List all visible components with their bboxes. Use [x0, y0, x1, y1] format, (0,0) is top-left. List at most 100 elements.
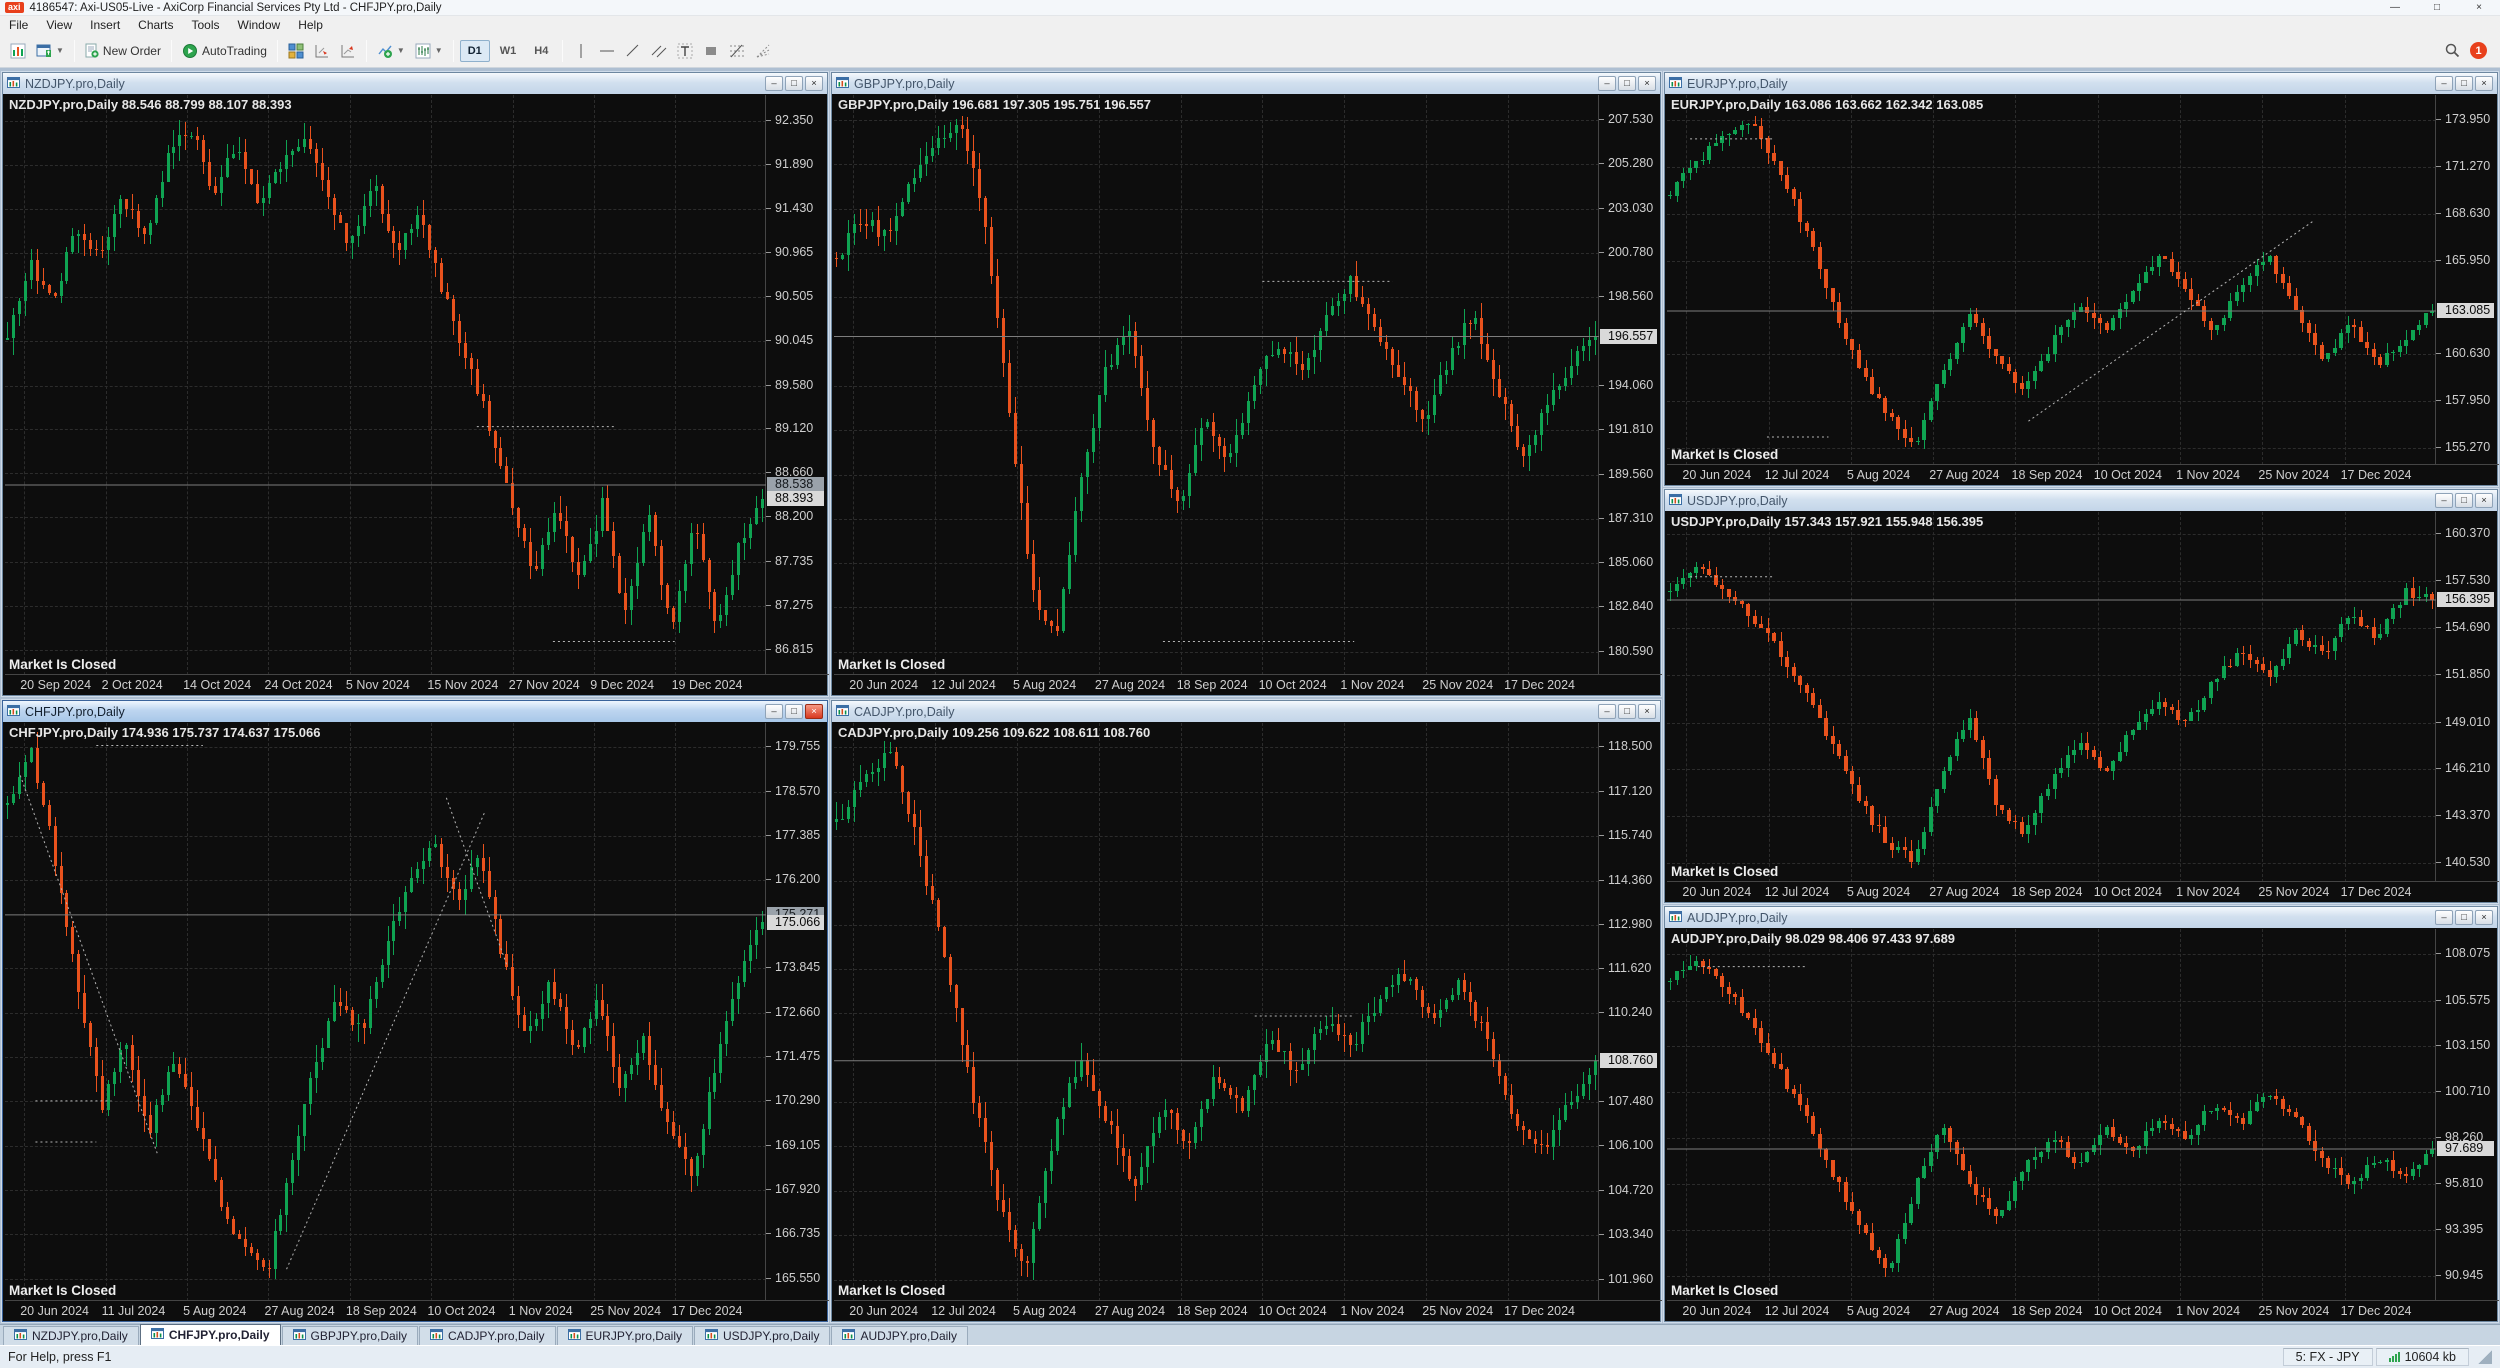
chart-plot[interactable]: GBPJPY.pro,Daily 196.681 197.305 195.751…: [834, 95, 1599, 675]
fibo-fan-icon[interactable]: [750, 38, 776, 64]
price-axis[interactable]: 207.530205.280203.030200.780198.560194.0…: [1598, 95, 1659, 675]
minimize-icon[interactable]: –: [1598, 704, 1616, 719]
tile-windows-icon[interactable]: [283, 38, 309, 64]
date-tick-label: 5 Aug 2024: [183, 1304, 246, 1318]
timeframe-d1[interactable]: D1: [460, 40, 490, 62]
minimize-icon[interactable]: –: [765, 76, 783, 91]
date-axis[interactable]: 20 Jun 202412 Jul 20245 Aug 202427 Aug 2…: [834, 674, 1662, 694]
chart-plot[interactable]: AUDJPY.pro,Daily 98.029 98.406 97.433 97…: [1667, 929, 2436, 1301]
new-order-button[interactable]: New Order: [80, 38, 166, 64]
market-status-label: Market Is Closed: [1671, 447, 1778, 462]
close-icon[interactable]: ×: [2475, 910, 2493, 925]
close-icon[interactable]: ×: [805, 704, 823, 719]
profile-cell[interactable]: 5: FX - JPY: [2283, 1348, 2373, 1366]
minimize-icon[interactable]: –: [2435, 910, 2453, 925]
price-axis[interactable]: 92.35091.89091.43090.96590.50590.04589.5…: [765, 95, 826, 675]
close-icon[interactable]: ×: [2475, 493, 2493, 508]
close-icon[interactable]: ×: [1638, 704, 1656, 719]
price-axis[interactable]: 108.075105.575103.150100.71098.26095.810…: [2435, 929, 2496, 1301]
maximize-icon[interactable]: □: [2416, 0, 2458, 15]
menu-item-charts[interactable]: Charts: [129, 16, 182, 34]
trendline-icon[interactable]: [620, 38, 646, 64]
menu-item-insert[interactable]: Insert: [81, 16, 129, 34]
minimize-icon[interactable]: –: [765, 704, 783, 719]
restore-icon[interactable]: □: [1618, 76, 1636, 91]
restore-icon[interactable]: □: [2455, 76, 2473, 91]
chart-plot[interactable]: USDJPY.pro,Daily 157.343 157.921 155.948…: [1667, 512, 2436, 882]
chart-plot[interactable]: EURJPY.pro,Daily 163.086 163.662 162.342…: [1667, 95, 2436, 465]
close-icon[interactable]: ×: [805, 76, 823, 91]
minimize-icon[interactable]: –: [2435, 493, 2453, 508]
chart-tab-audjpy[interactable]: AUDJPY.pro,Daily: [831, 1326, 967, 1345]
close-icon[interactable]: ×: [2475, 76, 2493, 91]
connection-cell[interactable]: 10604 kb: [2376, 1348, 2469, 1366]
chart-tab-eurjpy[interactable]: EURJPY.pro,Daily: [557, 1326, 693, 1345]
chart-window-titlebar[interactable]: NZDJPY.pro,Daily–□×: [3, 73, 827, 94]
date-tick-label: 17 Dec 2024: [2341, 885, 2412, 899]
restore-icon[interactable]: □: [785, 76, 803, 91]
market-status-label: Market Is Closed: [1671, 1283, 1778, 1298]
date-axis[interactable]: 20 Jun 202412 Jul 20245 Aug 202427 Aug 2…: [834, 1300, 1662, 1320]
minimize-icon[interactable]: –: [2435, 76, 2453, 91]
date-tick-label: 27 Aug 2024: [1095, 1304, 1165, 1318]
date-tick-label: 5 Nov 2024: [346, 678, 410, 692]
autotrading-button[interactable]: AutoTrading: [177, 38, 272, 64]
date-tick-label: 10 Oct 2024: [1259, 678, 1327, 692]
chart-window-titlebar[interactable]: CADJPY.pro,Daily–□×: [832, 701, 1660, 722]
price-tick-label: 157.950: [2436, 393, 2496, 408]
chart-type-icon[interactable]: ▼: [410, 38, 448, 64]
date-axis[interactable]: 20 Jun 202412 Jul 20245 Aug 202427 Aug 2…: [1667, 1300, 2499, 1320]
close-icon[interactable]: ×: [2458, 0, 2500, 15]
chart-window-titlebar[interactable]: GBPJPY.pro,Daily–□×: [832, 73, 1660, 94]
date-axis[interactable]: 20 Jun 202412 Jul 20245 Aug 202427 Aug 2…: [1667, 881, 2499, 901]
price-axis[interactable]: 118.500117.120115.740114.360112.980111.6…: [1598, 723, 1659, 1301]
notification-badge[interactable]: 1: [2470, 42, 2487, 59]
date-axis[interactable]: 20 Jun 202411 Jul 20245 Aug 202427 Aug 2…: [5, 1300, 829, 1320]
date-axis[interactable]: 20 Jun 202412 Jul 20245 Aug 202427 Aug 2…: [1667, 464, 2499, 484]
search-icon[interactable]: [2439, 38, 2466, 64]
menu-item-view[interactable]: View: [37, 16, 81, 34]
price-axis[interactable]: 173.950171.270168.630165.950160.630157.9…: [2435, 95, 2496, 465]
text-icon[interactable]: [672, 38, 698, 64]
chart-tab-usdjpy[interactable]: USDJPY.pro,Daily: [694, 1326, 830, 1345]
chart-window-titlebar[interactable]: EURJPY.pro,Daily–□×: [1665, 73, 2497, 94]
resize-grip[interactable]: [2478, 1350, 2492, 1364]
chart-plot[interactable]: CADJPY.pro,Daily 109.256 109.622 108.611…: [834, 723, 1599, 1301]
menu-item-file[interactable]: File: [0, 16, 37, 34]
timeframe-w1[interactable]: W1: [492, 40, 525, 62]
menu-item-window[interactable]: Window: [229, 16, 290, 34]
chart-window-titlebar[interactable]: CHFJPY.pro,Daily–□×: [3, 701, 827, 722]
minimize-icon[interactable]: –: [1598, 76, 1616, 91]
menu-item-help[interactable]: Help: [289, 16, 332, 34]
chart-window-titlebar[interactable]: AUDJPY.pro,Daily–□×: [1665, 907, 2497, 928]
close-icon[interactable]: ×: [1638, 76, 1656, 91]
restore-icon[interactable]: □: [2455, 493, 2473, 508]
chart-tab-cadjpy[interactable]: CADJPY.pro,Daily: [419, 1326, 555, 1345]
chart-tab-chfjpy[interactable]: CHFJPY.pro,Daily: [140, 1324, 281, 1345]
auto-scroll-icon[interactable]: [309, 38, 335, 64]
price-axis[interactable]: 179.755178.570177.385176.200173.845172.6…: [765, 723, 826, 1301]
date-axis[interactable]: 20 Sep 20242 Oct 202414 Oct 202424 Oct 2…: [5, 674, 829, 694]
chart-plot[interactable]: CHFJPY.pro,Daily 174.936 175.737 174.637…: [5, 723, 766, 1301]
fibo-retracement-icon[interactable]: [724, 38, 750, 64]
restore-icon[interactable]: □: [1618, 704, 1636, 719]
chart-tab-gbpjpy[interactable]: GBPJPY.pro,Daily: [282, 1326, 419, 1345]
new-chart-icon[interactable]: [5, 38, 31, 64]
menu-item-tools[interactable]: Tools: [183, 16, 229, 34]
price-axis[interactable]: 160.370157.530154.690151.850149.010146.2…: [2435, 512, 2496, 882]
chart-window-titlebar[interactable]: USDJPY.pro,Daily–□×: [1665, 490, 2497, 511]
chart-shift-icon[interactable]: [335, 38, 361, 64]
chart-profiles-icon[interactable]: ▼: [31, 38, 69, 64]
restore-icon[interactable]: □: [785, 704, 803, 719]
chart-tab-nzdjpy[interactable]: NZDJPY.pro,Daily: [3, 1326, 139, 1345]
minimize-icon[interactable]: —: [2374, 0, 2416, 15]
chart-plot[interactable]: NZDJPY.pro,Daily 88.546 88.799 88.107 88…: [5, 95, 766, 675]
price-tick-label: 180.590: [1599, 644, 1659, 659]
shapes-icon[interactable]: [698, 38, 724, 64]
indicators-icon[interactable]: ▼: [372, 38, 410, 64]
timeframe-h4[interactable]: H4: [526, 40, 556, 62]
equidistant-channel-icon[interactable]: [646, 38, 672, 64]
vertical-line-icon[interactable]: [568, 38, 594, 64]
horizontal-line-icon[interactable]: [594, 38, 620, 64]
restore-icon[interactable]: □: [2455, 910, 2473, 925]
